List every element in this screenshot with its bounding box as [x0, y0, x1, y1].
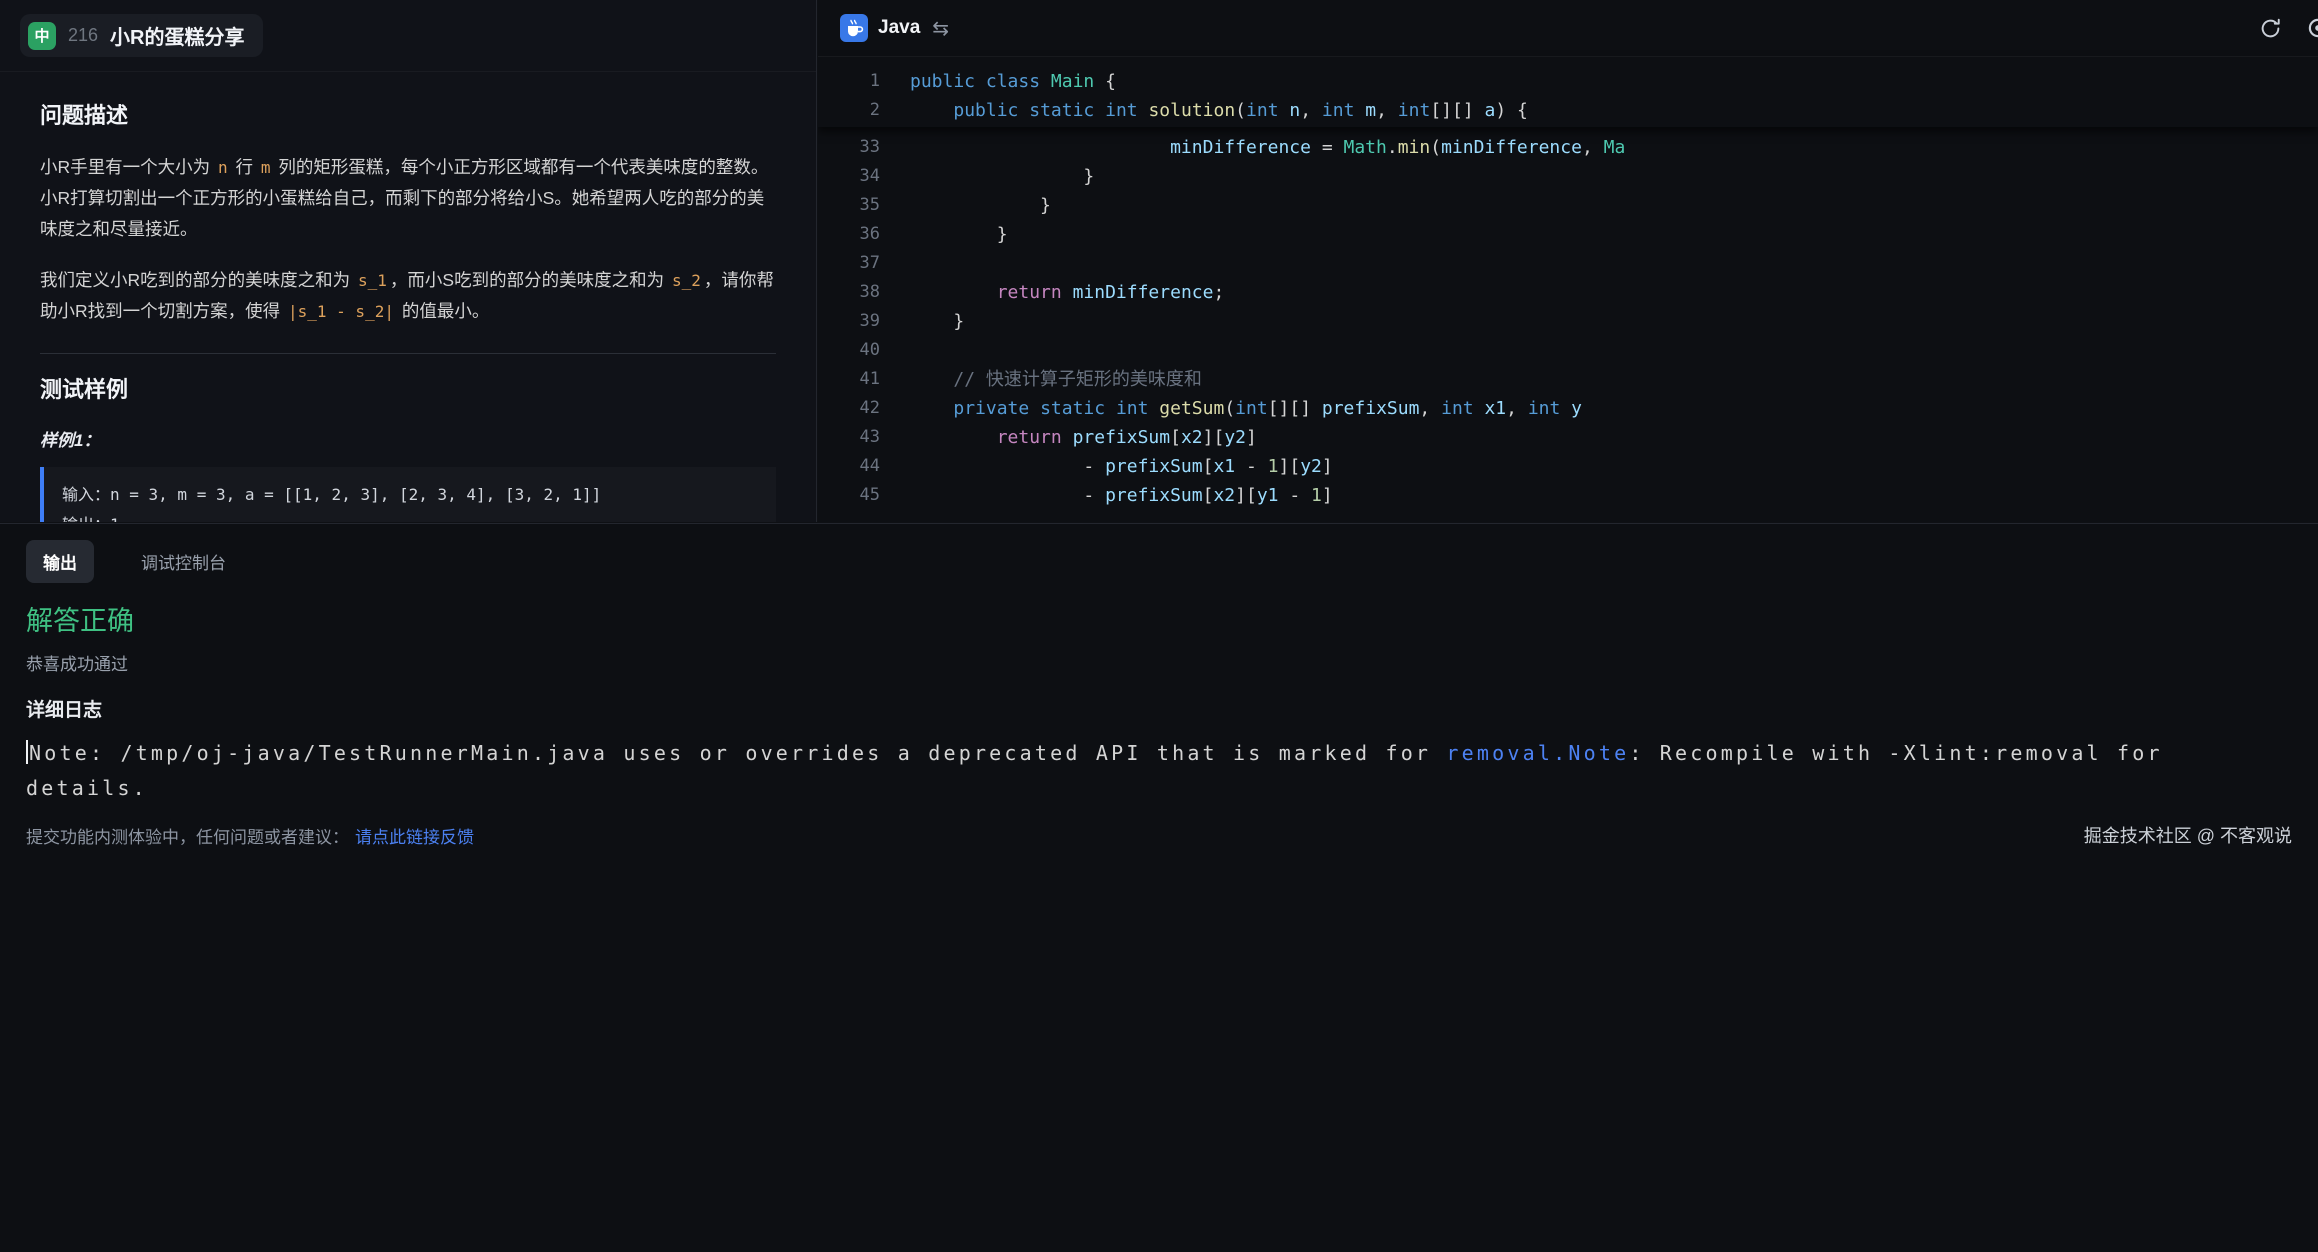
difficulty-badge: 中 — [28, 22, 56, 50]
tab-output-active[interactable]: 输出 — [26, 540, 94, 583]
line-number: 34 — [818, 162, 880, 191]
code-line: 39 } — [818, 307, 2318, 336]
problem-description: 小R手里有一个大小为 n 行 m 列的矩形蛋糕，每个小正方形区域都有一个代表美味… — [40, 152, 776, 327]
problem-panel: 中 216 小R的蛋糕分享 问题描述 小R手里有一个大小为 n 行 m 列的矩形… — [0, 0, 817, 522]
line-number: 38 — [818, 278, 880, 307]
output-tabs: 输出调试控制台 — [26, 540, 2292, 583]
problem-title: 小R的蛋糕分享 — [110, 21, 244, 50]
code-content: public class Main { — [910, 67, 1116, 96]
sample-line: 输入：n = 3, m = 3, a = [[1, 2, 3], [2, 3, … — [62, 480, 758, 510]
code-line: 38 return minDifference; — [818, 278, 2318, 307]
refresh-icon[interactable] — [2259, 17, 2282, 40]
code-content: public static int solution(int n, int m,… — [910, 96, 1528, 125]
code-line: 33 minDifference = Math.min(minDifferenc… — [818, 133, 2318, 162]
code-content: } — [910, 191, 1051, 220]
bottom-row: 提交功能内测体验中，任何问题或者建议： 请点此链接反馈 掘金技术社区 @ 不客观说 — [26, 822, 2292, 848]
sample-line: 输出：1 — [62, 510, 758, 522]
line-number: 44 — [818, 452, 880, 481]
editor-panel: Java ⇆ 1public class Main {2 public stat… — [818, 0, 2318, 522]
problem-id: 216 — [68, 25, 98, 46]
line-number: 45 — [818, 481, 880, 510]
code-line: 40 — [818, 336, 2318, 365]
line-number: 41 — [818, 365, 880, 394]
code-content: } — [910, 307, 964, 336]
sample-label: 样例1： — [40, 426, 776, 451]
code-line: 1 public class Main { — [818, 67, 2318, 96]
editor-header: Java ⇆ — [818, 0, 2318, 57]
line-number: 42 — [818, 394, 880, 423]
line-number: 1 — [818, 67, 880, 96]
problem-header: 中 216 小R的蛋糕分享 — [0, 0, 816, 72]
section-divider — [40, 353, 776, 354]
problem-paragraph: 我们定义小R吃到的部分的美味度之和为 s_1，而小S吃到的部分的美味度之和为 s… — [40, 265, 776, 327]
code-line: 34 } — [818, 162, 2318, 191]
line-number: 43 — [818, 423, 880, 452]
code-line: 2 public static int solution(int n, int … — [818, 96, 2318, 125]
code-line: 35 } — [818, 191, 2318, 220]
watermark: 掘金技术社区 @ 不客观说 — [2084, 822, 2292, 848]
output-panel: 输出调试控制台 解答正确 恭喜成功通过 详细日志 Note: /tmp/oj-j… — [0, 523, 2318, 1252]
code-editor[interactable]: 1public class Main {2 public static int … — [818, 57, 2318, 510]
settings-icon-partial[interactable] — [2305, 15, 2318, 41]
code-content: } — [910, 220, 1008, 249]
sample-code-block: 输入：n = 3, m = 3, a = [[1, 2, 3], [2, 3, … — [40, 467, 776, 522]
line-number: 35 — [818, 191, 880, 220]
code-content: return prefixSum[x2][y2] — [910, 423, 1257, 452]
code-line: 43 return prefixSum[x2][y2] — [818, 423, 2318, 452]
code-content: - prefixSum[x2][y1 - 1] — [910, 481, 1333, 510]
code-content: } — [910, 162, 1094, 191]
feedback-text: 提交功能内测体验中，任何问题或者建议： — [26, 828, 349, 847]
code-line: 41 // 快速计算子矩形的美味度和 — [818, 365, 2318, 394]
code-content: - prefixSum[x1 - 1][y2] — [910, 452, 1333, 481]
problem-selector-chip[interactable]: 中 216 小R的蛋糕分享 — [20, 14, 263, 57]
code-content: private static int getSum(int[][] prefix… — [910, 394, 1582, 423]
log-text[interactable]: Note: /tmp/oj-java/TestRunnerMain.java u… — [26, 736, 2292, 806]
line-number: 39 — [818, 307, 880, 336]
log-heading: 详细日志 — [26, 695, 2292, 722]
problem-paragraph: 小R手里有一个大小为 n 行 m 列的矩形蛋糕，每个小正方形区域都有一个代表美味… — [40, 152, 776, 245]
tab-console[interactable]: 调试控制台 — [124, 540, 243, 583]
feedback-link[interactable]: 请点此链接反馈 — [355, 828, 474, 847]
code-lines: 33 minDifference = Math.min(minDifferenc… — [818, 127, 2318, 510]
samples-heading: 测试样例 — [40, 372, 776, 404]
text-caret — [26, 740, 28, 764]
sticky-scroll-lines: 1public class Main {2 public static int … — [818, 57, 2318, 127]
code-line: 36 } — [818, 220, 2318, 249]
code-content: minDifference = Math.min(minDifference, … — [910, 133, 1625, 162]
swap-language-icon[interactable]: ⇆ — [932, 16, 949, 41]
line-number: 33 — [818, 133, 880, 162]
line-number: 37 — [818, 249, 880, 278]
code-line: 44 - prefixSum[x1 - 1][y2] — [818, 452, 2318, 481]
code-line: 37 — [818, 249, 2318, 278]
app-root: 中 216 小R的蛋糕分享 问题描述 小R手里有一个大小为 n 行 m 列的矩形… — [0, 0, 2318, 1252]
code-content: return minDifference; — [910, 278, 1224, 307]
code-content: // 快速计算子矩形的美味度和 — [910, 365, 1202, 394]
feedback-line: 提交功能内测体验中，任何问题或者建议： 请点此链接反馈 — [26, 823, 474, 848]
language-label[interactable]: Java — [878, 17, 920, 39]
code-line: 45 - prefixSum[x2][y1 - 1] — [818, 481, 2318, 510]
line-number: 40 — [818, 336, 880, 365]
result-title: 解答正确 — [26, 599, 2292, 638]
java-coffee-icon — [840, 14, 868, 42]
line-number: 2 — [818, 96, 880, 125]
result-subtitle: 恭喜成功通过 — [26, 650, 2292, 675]
code-line: 42 private static int getSum(int[][] pre… — [818, 394, 2318, 423]
line-number: 36 — [818, 220, 880, 249]
problem-body: 问题描述 小R手里有一个大小为 n 行 m 列的矩形蛋糕，每个小正方形区域都有一… — [0, 72, 816, 522]
description-heading: 问题描述 — [40, 98, 776, 130]
